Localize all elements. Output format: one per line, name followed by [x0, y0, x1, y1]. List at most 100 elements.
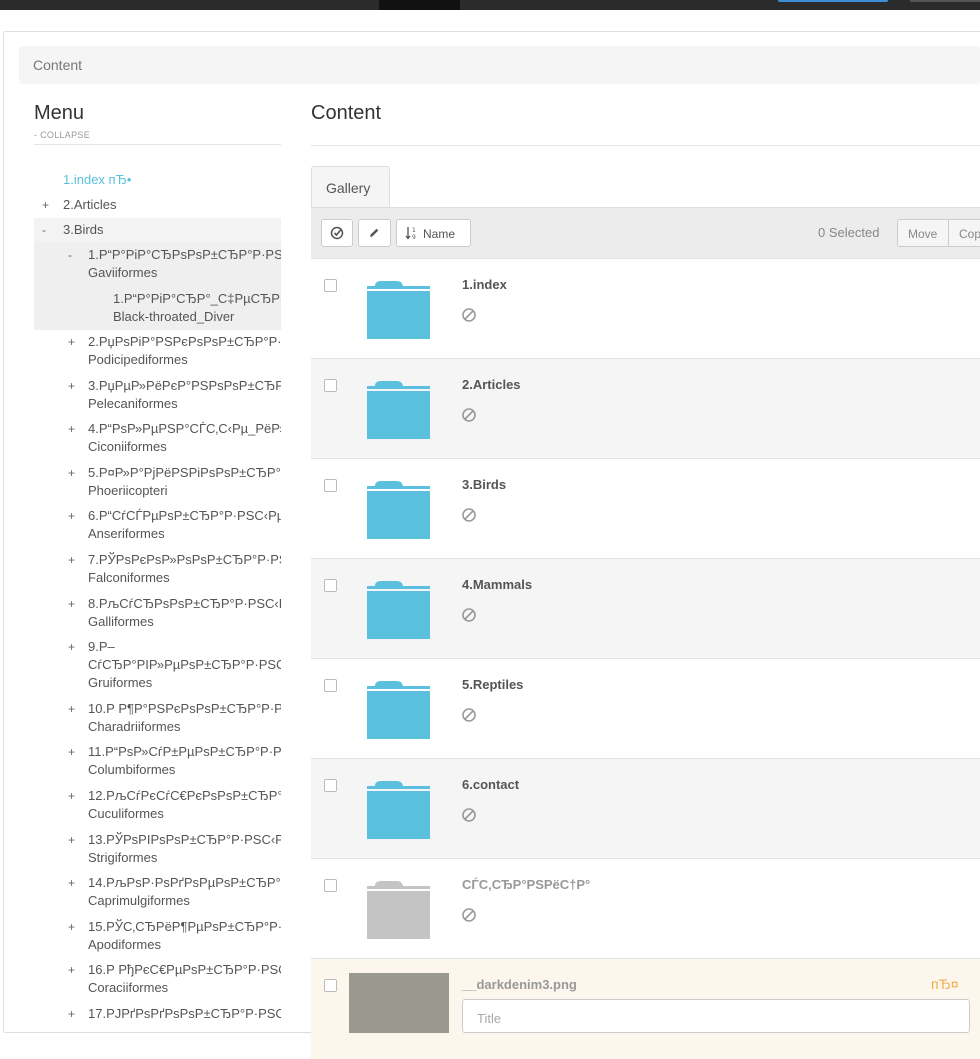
row-checkbox[interactable]	[324, 279, 337, 292]
unpublished-icon[interactable]	[461, 907, 477, 923]
sidebar-tree-item[interactable]: 1.index пЂ•	[34, 168, 281, 190]
folder-name[interactable]: 6.contact	[462, 777, 519, 792]
copy-button[interactable]: Copy	[948, 219, 980, 247]
sidebar-tree-item[interactable]: +7.РЎРѕРєРѕР»РѕРѕР±СЂР°Р·РЅС‹Рµ Falconifo…	[34, 548, 281, 592]
sidebar-item-sublabel: Pelecaniformes	[88, 396, 178, 411]
expand-icon[interactable]: +	[68, 831, 75, 849]
unpublished-icon[interactable]	[461, 607, 477, 623]
expand-icon[interactable]: +	[68, 551, 75, 569]
sort-alpha-icon: 1 9	[405, 227, 416, 240]
title-input[interactable]	[475, 1010, 959, 1027]
sidebar-tree-item[interactable]: +3.РџРµР»РёРєР°РЅРѕРѕР±СЂР°Р·РЅС‹Рµ Pelec…	[34, 374, 281, 417]
navbar-right-control[interactable]	[910, 0, 980, 2]
folder-name[interactable]: 3.Birds	[462, 477, 506, 492]
sidebar-tree-item[interactable]: +11.Р“РѕР»СѓР±РµРѕР±СЂР°Р·РЅС‹Рµ Columbif…	[34, 740, 281, 784]
row-checkbox[interactable]	[324, 979, 337, 992]
gallery-row[interactable]: 1.index	[311, 258, 980, 359]
copy-label: Copy	[959, 227, 980, 241]
folder-icon[interactable]	[367, 480, 430, 539]
sidebar-tree-item[interactable]: +2.Articles	[34, 193, 281, 218]
sidebar-tree-item[interactable]: +2.РџРѕРіР°РЅРєРѕРѕР±СЂР°Р·РЅС‹Рµ Podicip…	[34, 330, 281, 373]
expand-icon[interactable]: +	[68, 464, 75, 482]
sidebar-tree-item[interactable]: +5.Р¤Р»Р°РјРёРЅРіРѕРѕР±СЂР°Р·РЅС‹Рµ Phoer…	[34, 461, 281, 504]
expand-icon[interactable]: +	[42, 196, 49, 214]
expand-icon[interactable]: +	[68, 743, 75, 761]
breadcrumb: Content	[19, 46, 980, 84]
unpublished-icon[interactable]	[461, 807, 477, 823]
expand-icon[interactable]: +	[68, 1005, 75, 1021]
folder-name[interactable]: СЃС‚СЂР°РЅРёС†Р°	[462, 877, 590, 892]
sidebar-tree-item[interactable]: +6.Р“СѓСЃРµРѕР±СЂР°Р·РЅС‹Рµ Anseriformes	[34, 504, 281, 548]
unpublished-icon[interactable]	[461, 307, 477, 323]
tab-gallery[interactable]: Gallery	[311, 166, 390, 209]
sidebar-item-label: 3.РџРµР»РёРєР°РЅРѕРѕР±СЂР°Р·РЅС‹Рµ	[88, 378, 281, 393]
folder-icon[interactable]	[367, 380, 430, 439]
expand-icon[interactable]: +	[68, 377, 75, 395]
expand-icon[interactable]: +	[68, 595, 75, 613]
expand-icon[interactable]: +	[68, 333, 75, 351]
row-checkbox[interactable]	[324, 879, 337, 892]
sidebar-tree-item[interactable]: +13.РЎРѕРІРѕРѕР±СЂР°Р·РЅС‹Рµ Strigiformes	[34, 828, 281, 871]
sidebar-tree-item[interactable]: +4.Р“РѕР»РµРЅР°СЃС‚С‹Рµ_РёР»Рё Ciconiifor…	[34, 417, 281, 461]
sidebar-tree-item[interactable]: +9.Р– СѓСЂР°РІР»РµРѕР±СЂР°Р·РЅС‹Рµ Gruifor…	[34, 635, 281, 697]
gallery-row[interactable]: СЃС‚СЂР°РЅРёС†Р°	[311, 858, 980, 959]
gallery-row[interactable]: 6.contact	[311, 758, 980, 859]
expand-icon[interactable]: +	[68, 700, 75, 718]
folder-icon[interactable]	[367, 680, 430, 739]
select-all-button[interactable]	[321, 219, 353, 247]
breadcrumb-item[interactable]: Content	[33, 57, 82, 73]
sidebar-item-label: 8.РљСѓСЂРѕРѕР±СЂР°Р·РЅС‹Рµ	[88, 596, 281, 611]
expand-icon[interactable]: +	[68, 638, 75, 656]
expand-icon[interactable]: +	[68, 787, 75, 805]
navbar-primary-button[interactable]	[778, 0, 888, 2]
sidebar-item-sublabel: Gaviiformes	[88, 265, 158, 280]
unpublished-icon[interactable]	[461, 707, 477, 723]
folder-name[interactable]: 2.Articles	[462, 377, 521, 392]
collapse-icon[interactable]: -	[42, 221, 46, 239]
unpublished-icon[interactable]	[461, 507, 477, 523]
sidebar-tree-item[interactable]: +8.РљСѓСЂРѕРѕР±СЂР°Р·РЅС‹Рµ Galliformes	[34, 592, 281, 635]
unpublished-icon[interactable]	[461, 407, 477, 423]
sidebar-tree-item[interactable]: +10.Р Р¶Р°РЅРєРѕРѕР±СЂР°Р·РЅС‹Рµ Charadri…	[34, 697, 281, 740]
collapse-link[interactable]: - COLLAPSE	[34, 130, 90, 140]
navbar-active-tab[interactable]	[379, 0, 460, 10]
move-button[interactable]: Move	[897, 219, 949, 247]
sidebar-tree-item[interactable]: - 1.Р“Р°РіР°СЂРѕРѕР±СЂР°Р·РЅС‹Рµ Gaviiform…	[34, 243, 281, 287]
collapse-icon[interactable]: -	[68, 246, 72, 264]
row-checkbox[interactable]	[324, 579, 337, 592]
expand-icon[interactable]: +	[68, 507, 75, 525]
image-thumbnail[interactable]	[349, 973, 449, 1033]
file-name[interactable]: __darkdenim3.png	[462, 977, 577, 992]
folder-name[interactable]: 5.Reptiles	[462, 677, 523, 692]
gallery-row[interactable]: 4.Mammals	[311, 558, 980, 659]
expand-icon[interactable]: +	[68, 874, 75, 892]
gallery-row[interactable]: 5.Reptiles	[311, 658, 980, 759]
sidebar-tree-item[interactable]: +16.Р РђРєС€РµРѕР±СЂР°Р·РЅС‹Рµ Coraciifor…	[34, 958, 281, 1002]
expand-icon[interactable]: +	[68, 420, 75, 438]
sidebar-tree-item[interactable]: +12.РљСѓРєСѓС€РєРѕРѕР±СЂР°Р·РЅС‹Рµ Cuculi…	[34, 784, 281, 828]
expand-icon[interactable]: +	[68, 918, 75, 936]
sidebar-tree-item[interactable]: +17.РЈРґРѕРґРѕРѕР±СЂР°Р·РЅС‹Рµ	[34, 1002, 281, 1021]
folder-icon[interactable]	[367, 280, 430, 339]
edit-button[interactable]	[358, 219, 391, 247]
row-checkbox[interactable]	[324, 679, 337, 692]
row-checkbox[interactable]	[324, 479, 337, 492]
expand-icon[interactable]: +	[68, 961, 75, 979]
folder-icon[interactable]	[367, 780, 430, 839]
svg-text:9: 9	[412, 234, 416, 240]
sidebar-tree-item[interactable]: +15.РЎС‚СЂРёР¶РµРѕР±СЂР°Р·РЅС‹Рµ Apodifor…	[34, 915, 281, 958]
folder-icon[interactable]	[367, 880, 430, 939]
gallery-row[interactable]: 2.Articles	[311, 358, 980, 459]
gallery-row[interactable]: 3.Birds	[311, 458, 980, 559]
sidebar-tree-item[interactable]: +14.РљРѕР·РѕРґРѕРµРѕР±СЂР°Р·РЅС‹Рµ Caprim…	[34, 871, 281, 915]
folder-name[interactable]: 1.index	[462, 277, 507, 292]
svg-text:1: 1	[412, 227, 416, 234]
row-checkbox[interactable]	[324, 379, 337, 392]
sidebar-tree-item[interactable]: - 3.Birds	[34, 218, 281, 243]
gallery-row[interactable]: __darkdenim3.png пЂ¤	[311, 958, 980, 1059]
folder-name[interactable]: 4.Mammals	[462, 577, 532, 592]
sort-by-name-button[interactable]: 1 9 Name	[396, 219, 471, 247]
folder-icon[interactable]	[367, 580, 430, 639]
sidebar-tree-item[interactable]: 1.Р“Р°РіР°СЂР°_С‡РµСЂРЅРѕР·РѕР±Р°СЏ Black…	[34, 287, 281, 330]
row-checkbox[interactable]	[324, 779, 337, 792]
